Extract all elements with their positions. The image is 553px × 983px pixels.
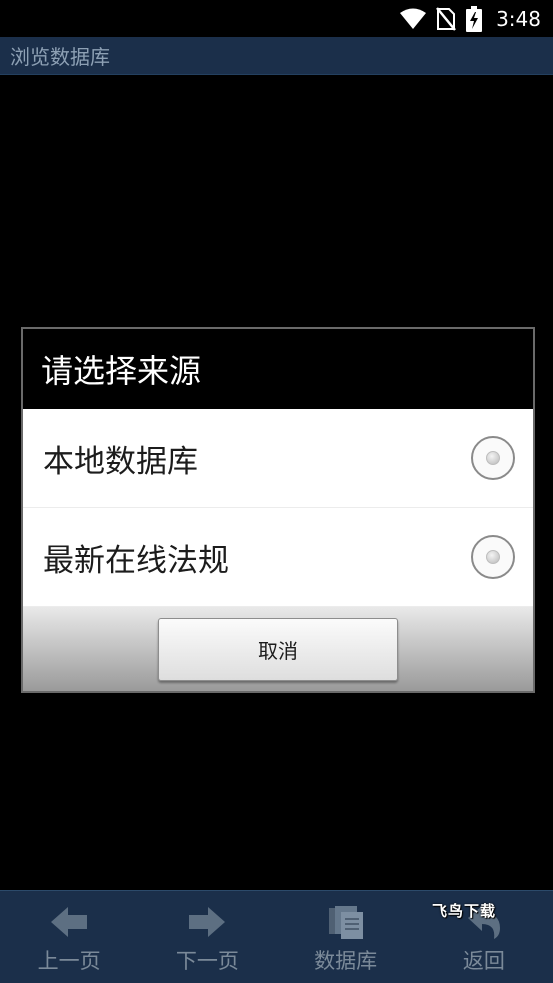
nav-label: 上一页 (37, 949, 101, 973)
nav-database[interactable]: 数据库 (277, 891, 415, 983)
arrow-right-icon (187, 903, 227, 941)
radio-button[interactable] (471, 535, 515, 579)
nav-next-page[interactable]: 下一页 (138, 891, 276, 983)
dialog-title: 请选择来源 (41, 352, 202, 390)
option-label: 最新在线法规 (43, 542, 229, 579)
no-sim-icon (436, 6, 457, 31)
option-online-regulations[interactable]: 最新在线法规 (23, 508, 533, 607)
nav-label: 返回 (462, 949, 505, 973)
arrow-left-icon (49, 903, 89, 941)
option-local-database[interactable]: 本地数据库 (23, 409, 533, 508)
database-icon (327, 903, 365, 941)
source-select-dialog: 请选择来源 本地数据库 最新在线法规 取消 (21, 327, 535, 693)
radio-button[interactable] (471, 436, 515, 480)
option-label: 本地数据库 (43, 443, 198, 480)
wifi-icon (400, 8, 427, 30)
dialog-header: 请选择来源 (23, 329, 533, 409)
dialog-footer: 取消 (23, 607, 533, 691)
title-bar: 浏览数据库 (0, 37, 553, 75)
page-title: 浏览数据库 (10, 45, 110, 69)
status-time: 3:48 (496, 6, 541, 31)
status-bar: 3:48 (0, 0, 553, 37)
watermark-text: 飞鸟下载 (432, 902, 497, 920)
screen: 3:48 浏览数据库 请选择来源 本地数据库 最新在线法规 取消 上一页 下一页… (0, 0, 553, 983)
cancel-button[interactable]: 取消 (158, 617, 398, 681)
battery-charging-icon (466, 5, 483, 32)
nav-prev-page[interactable]: 上一页 (0, 891, 138, 983)
radio-dot (486, 451, 500, 465)
radio-dot (486, 550, 500, 564)
nav-label: 数据库 (314, 949, 378, 973)
nav-label: 下一页 (175, 949, 239, 973)
